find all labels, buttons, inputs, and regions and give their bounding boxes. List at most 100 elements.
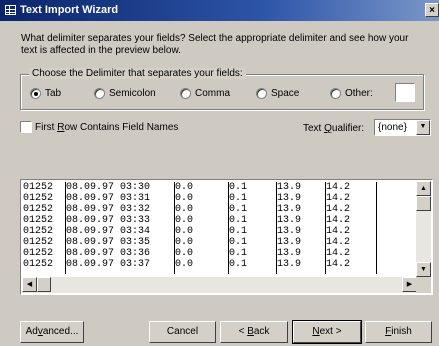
- radio-comma-label: Comma: [195, 88, 231, 99]
- preview-cell: 01252: [23, 259, 54, 270]
- preview-cell: 0.0: [175, 182, 194, 193]
- preview-cell: 14.2: [326, 182, 351, 193]
- text-qualifier-label: Text Qualifier:: [303, 123, 365, 134]
- preview-cell: 01252: [23, 226, 54, 237]
- preview-pane: 01252 08.09.97 03:30 0.0 0.1 13.9 14.2 01252 08…: [20, 179, 433, 295]
- preview-cell: 13.9: [277, 259, 302, 270]
- column-separator[interactable]: [228, 182, 229, 274]
- radio-semicolon-label: Semicolon: [109, 88, 156, 99]
- scroll-down-icon[interactable]: ▼: [416, 262, 431, 277]
- preview-cell: 13.9: [277, 226, 302, 237]
- radio-space-dot[interactable]: [256, 88, 267, 99]
- preview-cell: 0.0: [175, 204, 194, 215]
- chevron-down-icon[interactable]: ▼: [416, 120, 430, 135]
- preview-cell: 0.1: [229, 182, 248, 193]
- radio-semicolon-dot[interactable]: [94, 88, 105, 99]
- preview-cell: 0.1: [229, 193, 248, 204]
- column-separator[interactable]: [276, 182, 277, 274]
- preview-cell: 08.09.97 03:31: [66, 193, 151, 204]
- preview-cell: 14.2: [326, 226, 351, 237]
- first-row-label: First Row Contains Field Names: [35, 122, 179, 133]
- preview-cell: 14.2: [326, 248, 351, 259]
- scroll-thumb[interactable]: [416, 196, 431, 211]
- preview-cell: 0.0: [175, 237, 194, 248]
- column-separator[interactable]: [325, 182, 326, 274]
- first-row-checkbox[interactable]: [20, 121, 32, 133]
- radio-tab-label: Tab: [45, 88, 62, 99]
- column-separator[interactable]: [65, 182, 66, 274]
- close-button[interactable]: ×: [425, 3, 439, 17]
- scrollbar-corner: [416, 277, 431, 293]
- preview-cell: 13.9: [277, 193, 302, 204]
- preview-cell: 14.2: [326, 193, 351, 204]
- finish-button[interactable]: Finish: [365, 321, 432, 343]
- preview-cell: 0.1: [229, 215, 248, 226]
- preview-cell: 13.9: [277, 182, 302, 193]
- preview-cell: 14.2: [326, 237, 351, 248]
- scroll-right-icon[interactable]: ▶: [402, 277, 417, 292]
- advanced-button[interactable]: Advanced...: [20, 321, 84, 343]
- window-title: Text Import Wizard: [20, 4, 119, 16]
- preview-cell: 08.09.97 03:37: [66, 259, 151, 270]
- delimiter-prompt: What delimiter separates your fields? Se…: [21, 33, 409, 56]
- title-bar: Text Import Wizard ×: [0, 0, 439, 21]
- preview-cell: 0.0: [175, 259, 194, 270]
- preview-cell: 14.2: [326, 204, 351, 215]
- preview-grid: 01252 08.09.97 03:30 0.0 0.1 13.9 14.2 01252 08…: [23, 182, 416, 274]
- other-delimiter-input[interactable]: [395, 83, 415, 102]
- next-button[interactable]: Next >: [292, 320, 362, 344]
- preview-cell: 08.09.97 03:35: [66, 237, 151, 248]
- preview-cell: 01252: [23, 237, 54, 248]
- vertical-scrollbar[interactable]: ▲ ▼: [416, 181, 431, 277]
- horizontal-scroll-thumb[interactable]: [37, 277, 51, 292]
- preview-cell: 14.2: [326, 215, 351, 226]
- preview-row: 01252 08.09.97 03:36 0.0 0.1 13.9 14.2: [23, 248, 416, 259]
- preview-cell: 13.9: [277, 215, 302, 226]
- radio-tab-dot[interactable]: [30, 88, 41, 99]
- preview-cell: 01252: [23, 248, 54, 259]
- preview-cell: 08.09.97 03:30: [66, 182, 151, 193]
- horizontal-scrollbar[interactable]: ◀ ▶: [22, 277, 417, 293]
- preview-cell: 13.9: [277, 204, 302, 215]
- preview-row: 01252 08.09.97 03:34 0.0 0.1 13.9 14.2: [23, 226, 416, 237]
- preview-cell: 0.0: [175, 215, 194, 226]
- column-separator[interactable]: [376, 182, 377, 274]
- preview-cell: 0.1: [229, 204, 248, 215]
- radio-space-label: Space: [271, 88, 300, 99]
- delimiter-group: Choose the Delimiter that separates your…: [20, 68, 424, 110]
- preview-cell: 13.9: [277, 248, 302, 259]
- text-qualifier-value: {none}: [378, 122, 407, 133]
- preview-cell: 0.1: [229, 237, 248, 248]
- preview-row: 01252 08.09.97 03:30 0.0 0.1 13.9 14.2: [23, 182, 416, 193]
- preview-cell: 13.9: [277, 237, 302, 248]
- preview-row: 01252 08.09.97 03:31 0.0 0.1 13.9 14.2: [23, 193, 416, 204]
- table-icon: [5, 5, 16, 15]
- preview-row: 01252 08.09.97 03:35 0.0 0.1 13.9 14.2: [23, 237, 416, 248]
- scroll-left-icon[interactable]: ◀: [22, 277, 37, 292]
- preview-cell: 0.1: [229, 226, 248, 237]
- preview-row: 01252 08.09.97 03:32 0.0 0.1 13.9 14.2: [23, 204, 416, 215]
- scroll-up-icon[interactable]: ▲: [416, 181, 431, 196]
- preview-row: 01252 08.09.97 03:37 0.0 0.1 13.9 14.2: [23, 259, 416, 270]
- text-import-wizard-window: Text Import Wizard × What delimiter sepa…: [0, 0, 439, 346]
- back-button[interactable]: < Back: [220, 321, 288, 343]
- delimiter-group-legend: Choose the Delimiter that separates your…: [29, 68, 246, 79]
- preview-cell: 01252: [23, 182, 54, 193]
- cancel-button[interactable]: Cancel: [149, 321, 216, 343]
- preview-cell: 08.09.97 03:33: [66, 215, 151, 226]
- preview-cell: 01252: [23, 215, 54, 226]
- radio-other-label: Other:: [345, 88, 373, 99]
- preview-cell: 0.1: [229, 259, 248, 270]
- preview-cell: 14.2: [326, 259, 351, 270]
- preview-cell: 08.09.97 03:36: [66, 248, 151, 259]
- preview-row: 01252 08.09.97 03:33 0.0 0.1 13.9 14.2: [23, 215, 416, 226]
- preview-cell: 0.0: [175, 193, 194, 204]
- text-qualifier-select[interactable]: {none} ▼: [374, 119, 431, 136]
- preview-cell: 01252: [23, 193, 54, 204]
- radio-other-dot[interactable]: [330, 88, 341, 99]
- preview-cell: 08.09.97 03:32: [66, 204, 151, 215]
- preview-cell: 0.1: [229, 248, 248, 259]
- preview-cell: 01252: [23, 204, 54, 215]
- column-separator[interactable]: [174, 182, 175, 274]
- radio-comma-dot[interactable]: [180, 88, 191, 99]
